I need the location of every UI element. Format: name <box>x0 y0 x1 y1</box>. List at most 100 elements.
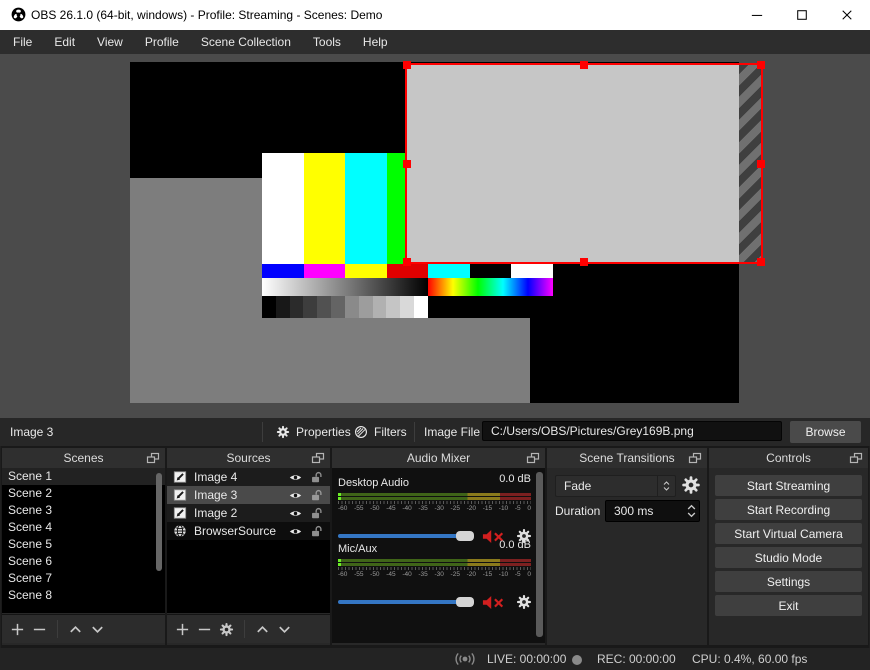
source-row[interactable]: Image 4 <box>167 468 330 486</box>
selection-handle[interactable] <box>580 61 588 69</box>
obs-window: OBS 26.1.0 (64-bit, windows) - Profile: … <box>0 0 870 670</box>
scenes-list: Scene 1 Scene 2 Scene 3 Scene 4 Scene 5 … <box>2 468 165 613</box>
obs-logo-icon <box>11 7 26 22</box>
transition-select[interactable]: Fade <box>555 475 676 497</box>
filters-button[interactable]: Filters <box>354 418 407 446</box>
controls-header[interactable]: Controls <box>709 448 868 468</box>
mixer-scrollbar[interactable] <box>536 472 543 637</box>
unlock-icon[interactable] <box>310 507 323 520</box>
remove-scene-button[interactable] <box>32 622 47 637</box>
start-virtual-camera-button[interactable]: Start Virtual Camera <box>715 523 862 544</box>
sources-header[interactable]: Sources <box>167 448 330 468</box>
live-time: LIVE: 00:00:00 <box>487 652 567 666</box>
muted-speaker-icon[interactable] <box>482 595 506 610</box>
sources-title: Sources <box>226 451 271 465</box>
maximize-button[interactable] <box>791 7 813 23</box>
scene-row[interactable]: Scene 4 <box>2 519 165 536</box>
title-bar[interactable]: OBS 26.1.0 (64-bit, windows) - Profile: … <box>0 0 870 30</box>
scenes-scrollbar[interactable] <box>156 473 162 571</box>
selection-handle[interactable] <box>757 61 765 69</box>
start-recording-button[interactable]: Start Recording <box>715 499 862 520</box>
audio-mixer-header[interactable]: Audio Mixer <box>332 448 545 468</box>
scene-row[interactable]: Scene 1 <box>2 468 165 485</box>
selection-handle[interactable] <box>580 258 588 266</box>
source-toolbar: Image 3 Properties Filters Image File Br… <box>0 418 870 446</box>
eye-icon[interactable] <box>288 471 303 484</box>
volume-meter <box>338 559 531 570</box>
scenes-header[interactable]: Scenes <box>2 448 165 468</box>
settings-button[interactable]: Settings <box>715 571 862 592</box>
source-row[interactable]: Image 3 <box>167 486 330 504</box>
audio-mixer-panel: Audio Mixer Desktop Audio 0.0 dB -60 -55-… <box>332 448 545 645</box>
unlock-icon[interactable] <box>310 525 323 538</box>
exit-button[interactable]: Exit <box>715 595 862 616</box>
selection-handle[interactable] <box>403 61 411 69</box>
spin-arrows[interactable] <box>684 503 699 519</box>
move-scene-down-button[interactable] <box>90 622 105 637</box>
start-streaming-button[interactable]: Start Streaming <box>715 475 862 496</box>
selection-handle[interactable] <box>403 159 411 168</box>
image-file-label: Image File <box>424 425 481 439</box>
volume-slider[interactable] <box>338 597 474 607</box>
menu-profile[interactable]: Profile <box>134 30 190 54</box>
menu-edit[interactable]: Edit <box>43 30 86 54</box>
properties-button[interactable]: Properties <box>276 418 351 446</box>
eye-icon[interactable] <box>288 525 303 538</box>
volume-slider[interactable] <box>338 531 474 541</box>
add-scene-button[interactable] <box>10 622 25 637</box>
image-icon <box>173 488 187 502</box>
close-icon <box>842 10 852 20</box>
transition-gear-icon[interactable] <box>681 475 701 495</box>
maximize-icon <box>797 10 807 20</box>
menu-bar: File Edit View Profile Scene Collection … <box>0 30 870 54</box>
duration-value: 300 ms <box>614 504 654 518</box>
scene-row[interactable]: Scene 8 <box>2 587 165 604</box>
gear-icon <box>276 425 290 439</box>
unlock-icon[interactable] <box>310 471 323 484</box>
menu-view[interactable]: View <box>86 30 134 54</box>
menu-scene-collection[interactable]: Scene Collection <box>190 30 302 54</box>
eye-icon[interactable] <box>288 489 303 502</box>
scene-transitions-title: Scene Transitions <box>579 451 675 465</box>
selection-rect[interactable] <box>403 61 765 266</box>
image-file-input[interactable] <box>482 421 782 441</box>
dock-icon <box>311 452 325 464</box>
channel-name: Desktop Audio <box>338 477 409 489</box>
scene-transitions-header[interactable]: Scene Transitions <box>547 448 707 468</box>
source-properties-gear-icon[interactable] <box>219 622 234 637</box>
scene-row[interactable]: Scene 6 <box>2 553 165 570</box>
scene-row[interactable]: Scene 5 <box>2 536 165 553</box>
db-scale: -60 -55 -50 -45 -40 -35 -30 -25 -20 -15 -10 -5 0 <box>338 571 531 578</box>
move-source-down-button[interactable] <box>277 622 292 637</box>
eye-icon[interactable] <box>288 507 303 520</box>
combo-arrows[interactable] <box>657 476 675 496</box>
menu-help[interactable]: Help <box>352 30 399 54</box>
selection-handle[interactable] <box>757 258 765 266</box>
remove-source-button[interactable] <box>197 622 212 637</box>
move-source-up-button[interactable] <box>255 622 270 637</box>
audio-mixer-body: Desktop Audio 0.0 dB -60 -55 -50 -45 -40 -35-… <box>332 468 545 643</box>
separator <box>262 422 263 442</box>
selection-handle[interactable] <box>757 159 765 168</box>
menu-file[interactable]: File <box>2 30 43 54</box>
studio-mode-button[interactable]: Studio Mode <box>715 547 862 568</box>
scene-row[interactable]: Scene 2 <box>2 485 165 502</box>
transition-selected-value: Fade <box>564 479 592 493</box>
unlock-icon[interactable] <box>310 489 323 502</box>
source-row[interactable]: BrowserSource <box>167 522 330 540</box>
duration-spinbox[interactable]: 300 ms <box>605 500 700 522</box>
source-row[interactable]: Image 2 <box>167 504 330 522</box>
minimize-button[interactable] <box>746 7 768 23</box>
scene-row[interactable]: Scene 7 <box>2 570 165 587</box>
browse-button[interactable]: Browse <box>790 421 861 443</box>
volume-slider-handle[interactable] <box>456 597 474 607</box>
move-scene-up-button[interactable] <box>68 622 83 637</box>
gear-icon[interactable] <box>516 594 532 610</box>
selection-handle[interactable] <box>403 258 411 266</box>
close-button[interactable] <box>836 7 858 23</box>
scene-row[interactable]: Scene 3 <box>2 502 165 519</box>
add-source-button[interactable] <box>175 622 190 637</box>
menu-tools[interactable]: Tools <box>302 30 352 54</box>
cpu-fps-stats: CPU: 0.4%, 60.00 fps <box>692 652 808 666</box>
channel-name: Mic/Aux <box>338 543 378 555</box>
